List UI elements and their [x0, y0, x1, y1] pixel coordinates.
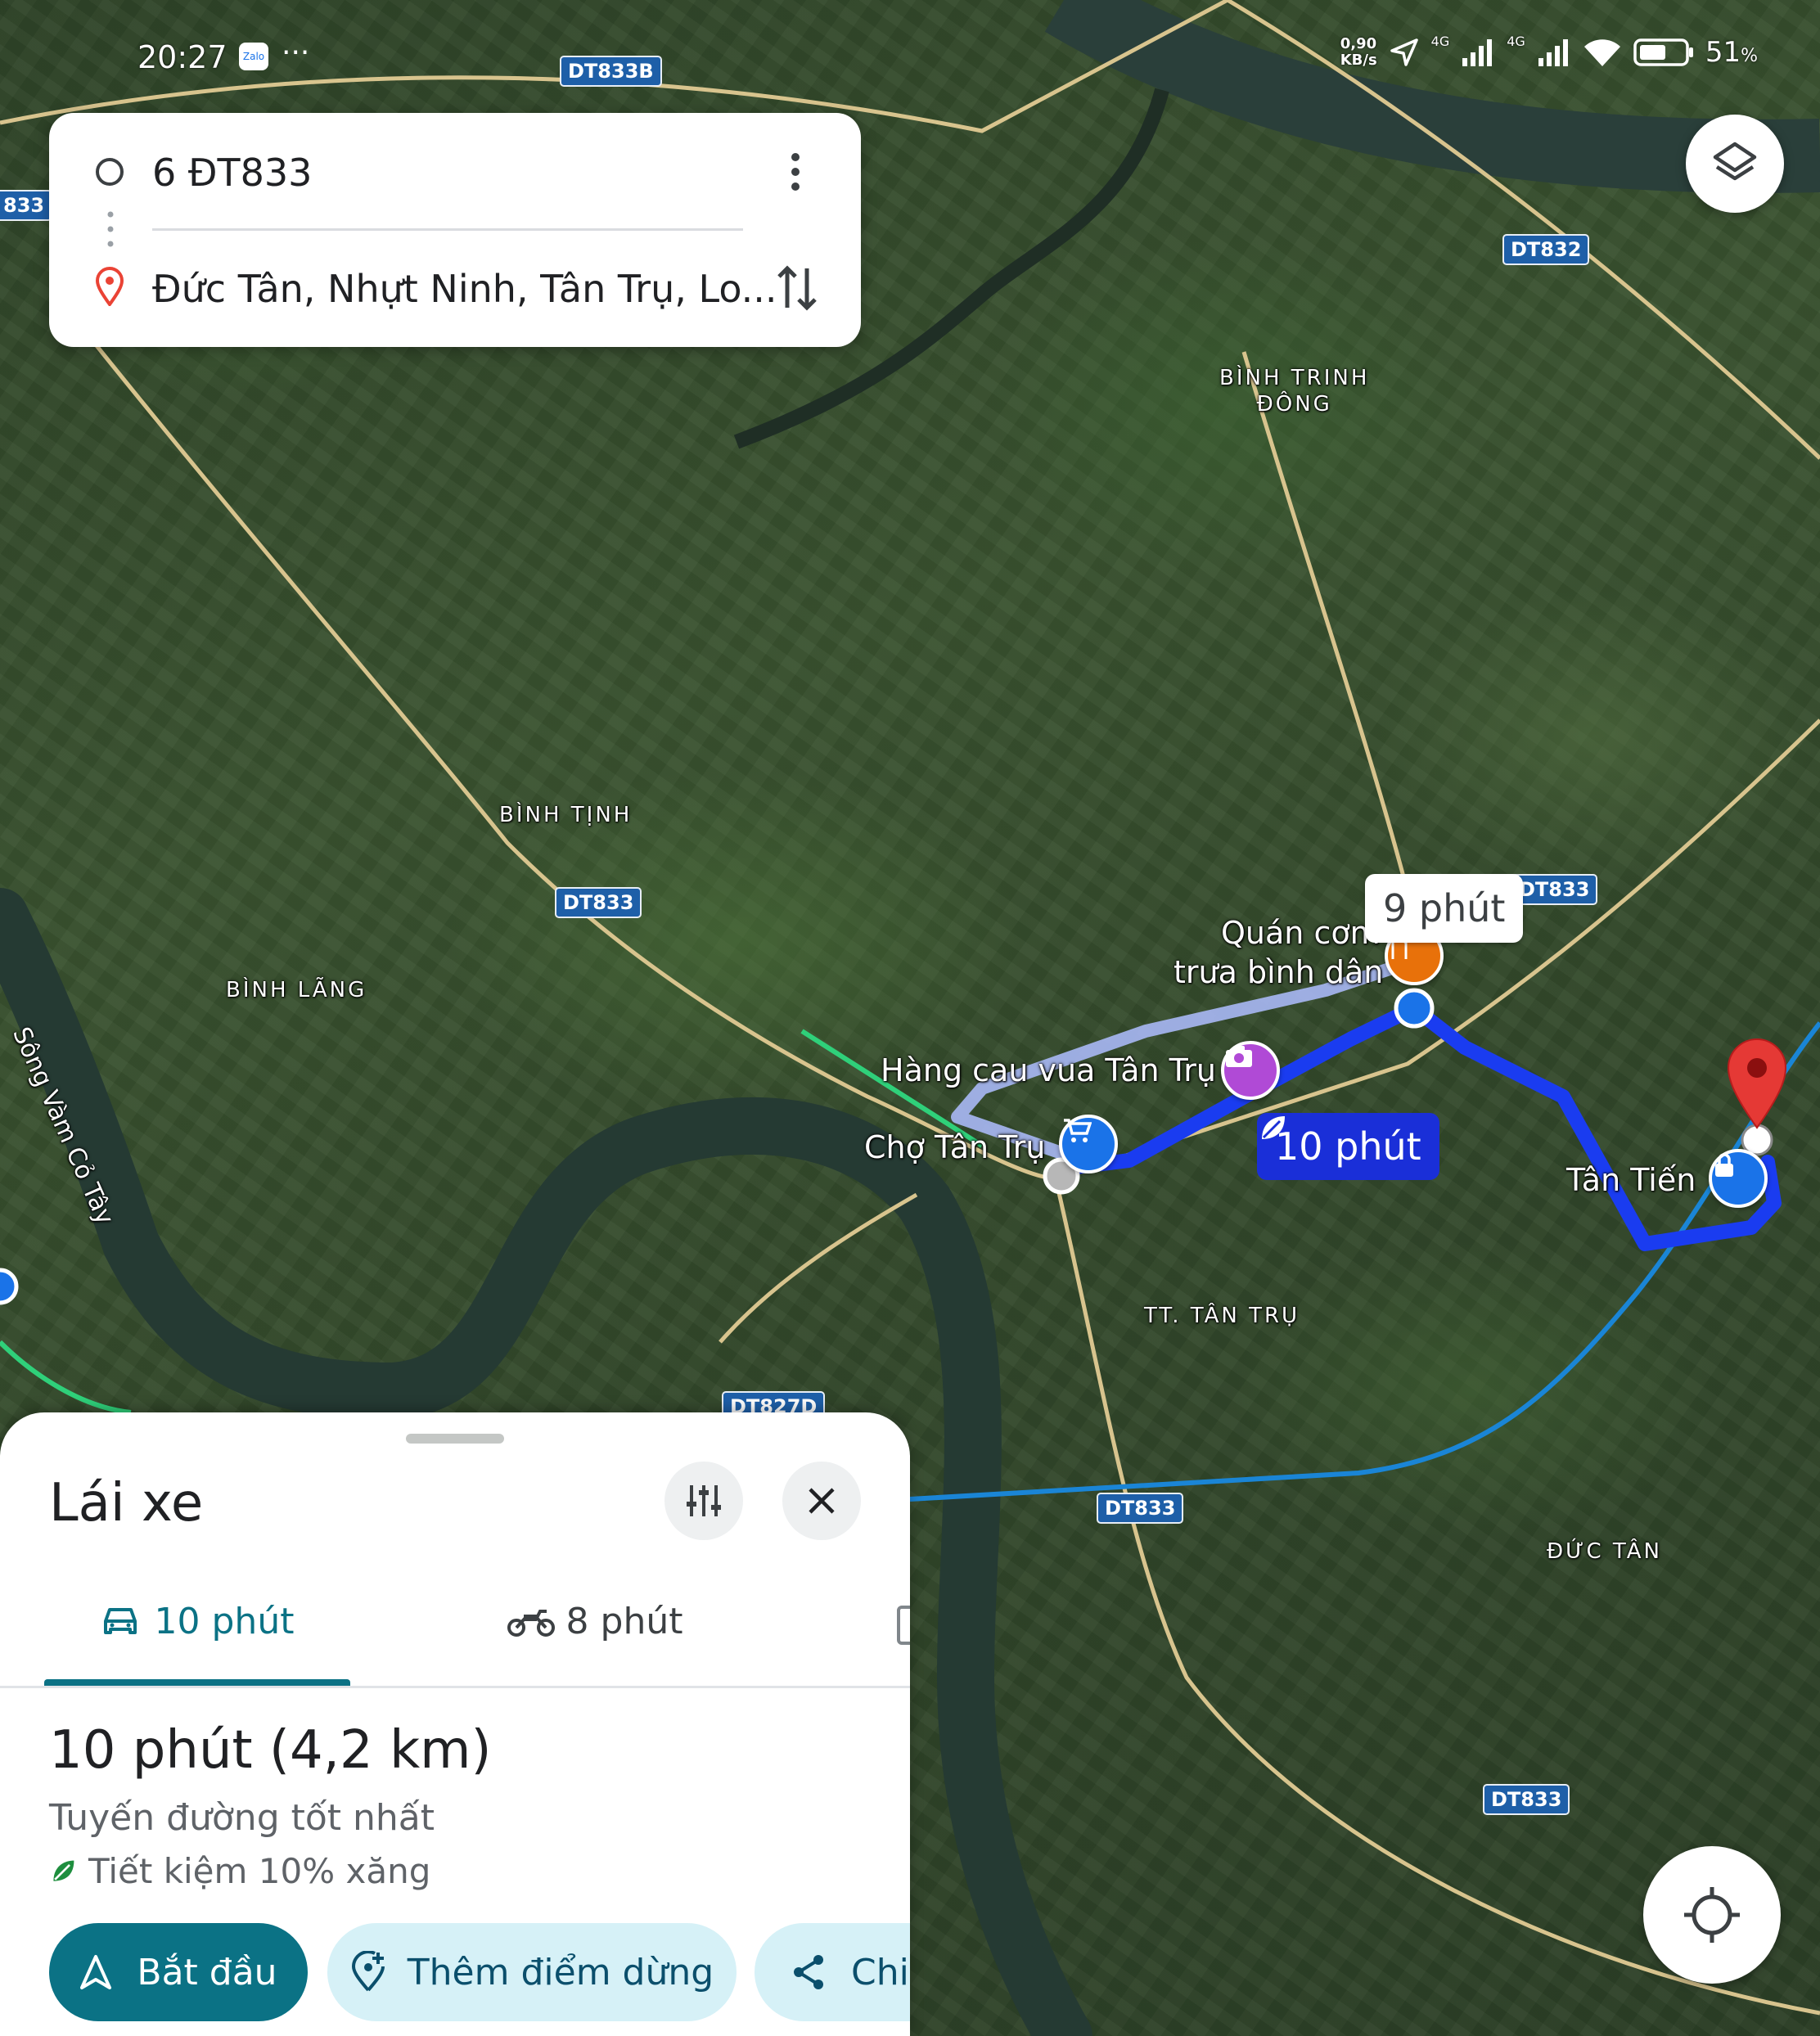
road-shield-dt833: DT833	[1097, 1493, 1184, 1524]
tab-motorbike-label: 8 phút	[565, 1600, 683, 1642]
main-route-callout[interactable]: 10 phút	[1257, 1113, 1439, 1180]
location-arrow-icon	[1390, 38, 1418, 66]
share-icon	[794, 1955, 823, 1989]
tab-transit-partial[interactable]	[897, 1606, 910, 1645]
tabs-divider	[0, 1686, 910, 1688]
more-options-icon[interactable]	[786, 151, 805, 193]
battery-level: 51	[1705, 36, 1741, 69]
eco-text: Tiết kiệm 10% xăng	[88, 1851, 431, 1891]
origin-input[interactable]: 6 ĐT833	[152, 151, 312, 195]
drag-handle[interactable]	[406, 1434, 504, 1444]
layers-icon	[1713, 142, 1757, 181]
network-speed: 0,90 KB/s	[1340, 35, 1377, 69]
place-label-cho-tan-tru[interactable]: Chợ Tân Trụ	[864, 1129, 1046, 1165]
area-label-binh-lang: BÌNH LÃNG	[226, 978, 367, 1002]
shopping-cart-icon[interactable]	[1059, 1115, 1118, 1173]
route-subtitle: Tuyến đường tốt nhất	[49, 1797, 435, 1839]
place-label-tan-tien[interactable]: Tân Tiến	[1566, 1162, 1696, 1198]
destination-input[interactable]: Đức Tân, Nhựt Ninh, Tân Trụ, Lo...	[152, 267, 774, 311]
zalo-notification-icon: Zalo	[239, 43, 268, 70]
tab-car-label: 10 phút	[154, 1600, 295, 1642]
my-location-button[interactable]	[1643, 1846, 1781, 1984]
camera-icon[interactable]	[1221, 1041, 1280, 1100]
route-dots-icon	[107, 211, 114, 247]
divider	[152, 228, 743, 231]
crosshair-icon	[1684, 1887, 1740, 1943]
eco-leaf-small-icon	[53, 1860, 74, 1881]
wifi-icon	[1583, 39, 1620, 66]
add-stop-button[interactable]: Thêm điểm dừng	[327, 1923, 737, 2021]
road-shield-dt833: DT833	[1483, 1784, 1570, 1815]
origin-row[interactable]: 6 ĐT833	[49, 131, 861, 213]
sheet-title: Lái xe	[49, 1473, 204, 1534]
alt-route-callout[interactable]: 9 phút	[1365, 874, 1524, 943]
lock-icon[interactable]	[1709, 1149, 1768, 1208]
area-label-binh-tinh: BÌNH TỊNH	[499, 803, 633, 827]
main-route-time: 10 phút	[1275, 1124, 1421, 1169]
place-label-quan-com-line2[interactable]: trưa bình dân	[1174, 954, 1383, 990]
more-notifications-icon: ···	[282, 36, 310, 70]
destination-row[interactable]: Đức Tân, Nhựt Ninh, Tân Trụ, Lo...	[49, 247, 861, 329]
eco-info: Tiết kiệm 10% xăng	[49, 1851, 430, 1891]
road-shield-dt833: DT833	[1511, 874, 1598, 905]
signal-icon-2	[1538, 39, 1568, 66]
destination-pin-icon	[1727, 1038, 1787, 1129]
layers-button[interactable]	[1686, 115, 1784, 213]
status-time: 20:27	[137, 39, 228, 75]
area-label-binh-trinh-dong: BÌNH TRINH ĐÔNG	[1219, 366, 1370, 417]
place-label-hang-cau[interactable]: Hàng cau vua Tân Trụ	[881, 1052, 1216, 1088]
area-label-duc-tan: ĐỨC TÂN	[1547, 1539, 1662, 1564]
start-button[interactable]: Bắt đầu	[49, 1923, 308, 2021]
eco-leaf-icon	[1262, 1116, 1285, 1139]
alt-route-time: 9 phút	[1383, 886, 1506, 930]
tab-car[interactable]: 10 phút	[44, 1576, 350, 1666]
route-options-button[interactable]	[664, 1462, 743, 1540]
origin-circle-icon	[96, 158, 124, 186]
add-location-icon	[351, 1951, 385, 1992]
tab-motorbike[interactable]: 8 phút	[442, 1576, 748, 1666]
road-shield-833: 833	[0, 190, 53, 221]
active-tab-indicator	[44, 1679, 350, 1686]
motorbike-icon	[507, 1610, 555, 1637]
car-icon	[103, 1608, 137, 1634]
tune-icon	[687, 1485, 721, 1516]
destination-pin-small-icon	[95, 267, 124, 306]
battery-icon	[1633, 38, 1693, 66]
road-shield-dt832: DT832	[1502, 234, 1590, 265]
signal-icon	[1462, 39, 1493, 66]
directions-card: 6 ĐT833 Đức Tân, Nhựt Ninh, Tân Trụ, Lo.…	[49, 113, 861, 347]
route-summary: 10 phút (4,2 km)	[49, 1720, 492, 1781]
swap-icon[interactable]	[776, 264, 818, 313]
route-waypoint-dot	[1394, 988, 1435, 1029]
road-shield-dt833: DT833	[555, 887, 642, 918]
area-label-tt-tan-tru: TT. TÂN TRỤ	[1144, 1304, 1300, 1328]
status-icons: 0,90 KB/s 4G 4G 51%	[1340, 33, 1758, 70]
place-label-quan-com[interactable]: Quán cơm	[1221, 915, 1381, 951]
directions-bottom-sheet: Lái xe 10 phút 8 phút 10 phút (4,2 km) T…	[0, 1412, 910, 2036]
close-button[interactable]	[782, 1462, 861, 1540]
close-icon	[809, 1488, 835, 1514]
status-bar: 20:27 Zalo ··· 0,90 KB/s 4G 4G 51%	[0, 0, 1820, 115]
share-button[interactable]: Chia	[755, 1923, 910, 2021]
navigation-arrow-icon	[80, 1955, 112, 1989]
